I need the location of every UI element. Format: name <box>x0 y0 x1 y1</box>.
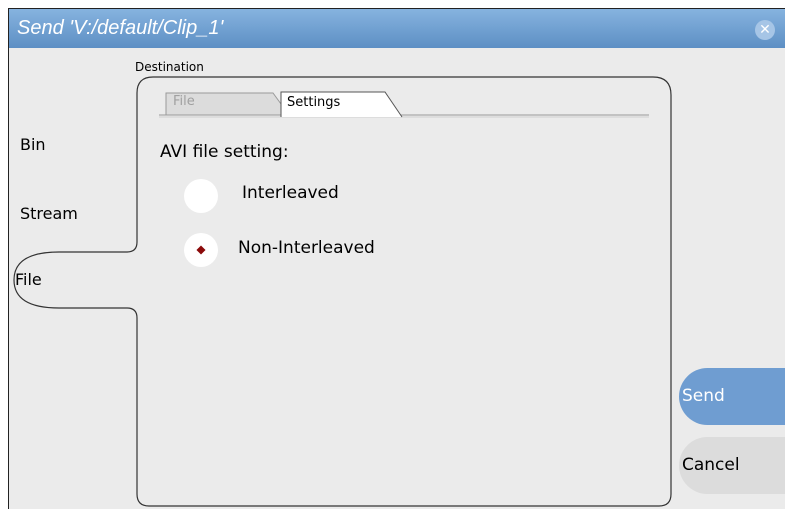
tab-settings-label[interactable]: Settings <box>287 95 340 110</box>
send-button[interactable]: Send <box>679 368 785 425</box>
window-title: Send 'V:/default/Clip_1' <box>17 17 224 39</box>
sidebar-item-stream[interactable]: Stream <box>20 204 78 223</box>
destination-label: Destination <box>135 60 204 74</box>
sidebar-item-bin[interactable]: Bin <box>20 135 46 154</box>
dialog-body: Destination Bin Stream File File Setting… <box>9 48 785 509</box>
destination-panel-outline <box>13 76 672 507</box>
interleaved-label[interactable]: Interleaved <box>242 183 339 203</box>
close-icon[interactable]: ✕ <box>755 20 775 40</box>
avi-file-setting-heading: AVI file setting: <box>160 142 289 162</box>
cancel-button[interactable]: Cancel <box>679 437 785 494</box>
non-interleaved-label[interactable]: Non-Interleaved <box>238 238 375 258</box>
send-dialog: Send 'V:/default/Clip_1' ✕ Destination B… <box>8 8 785 509</box>
interleaved-radio[interactable] <box>184 179 218 213</box>
radio-selected-dot <box>196 245 206 255</box>
destination-panel <box>11 76 672 507</box>
sidebar-item-file[interactable]: File <box>15 270 42 289</box>
non-interleaved-radio[interactable] <box>184 233 218 267</box>
title-bar: Send 'V:/default/Clip_1' ✕ <box>9 9 785 48</box>
tab-file-label[interactable]: File <box>173 94 195 109</box>
